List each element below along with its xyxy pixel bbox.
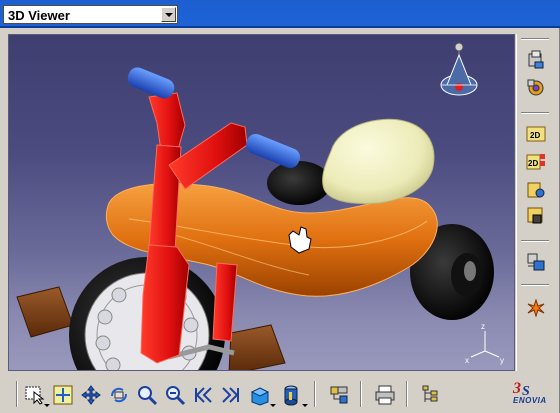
previous-view-icon[interactable] [192,384,214,406]
zoom-in-icon[interactable] [136,384,158,406]
handlebar-right-grip [246,133,300,169]
select-icon[interactable] [24,384,46,406]
tree-icon[interactable] [420,384,442,406]
axis-triad: z x y [465,322,504,365]
chevron-down-icon[interactable] [44,404,50,407]
shading-icon[interactable] [280,384,302,406]
title-bar: 3D Viewer [0,0,560,28]
mass-properties-icon[interactable] [526,252,546,272]
triad-z-label: z [481,322,485,331]
print-icon[interactable] [374,384,396,406]
viewer-title: 3D Viewer [8,8,70,23]
triad-y-label: y [500,356,504,365]
tricycle-seat [322,118,435,204]
3d-viewport[interactable]: z x y [8,34,515,371]
toolbar-separator [521,112,549,114]
handlebar-left-grip [127,67,175,99]
rear-left-wheel [267,161,331,205]
right-toolbar: 2D 2D [516,34,552,371]
zoom-out-icon[interactable] [164,384,186,406]
toolbar-separator [314,381,316,407]
pan-icon[interactable] [80,384,102,406]
toolbar-separator [16,381,18,407]
toolbar-separator [360,381,362,407]
toolbar-separator [521,240,549,242]
rotate-icon[interactable] [108,384,130,406]
2d-view-label: 2D [530,131,540,140]
svg-text:3: 3 [512,380,521,397]
toolbar-separator [521,284,549,286]
fit-all-icon[interactable] [52,384,74,406]
compass-icon[interactable] [440,42,478,96]
chevron-down-icon[interactable] [270,404,276,407]
bottom-toolbar [8,377,553,411]
product-structure-icon[interactable] [328,384,350,406]
viewer-select[interactable]: 3D Viewer [3,5,178,24]
product-gear-icon[interactable] [526,78,546,98]
right-pedal [228,324,286,370]
triad-x-label: x [465,356,469,365]
dropdown-arrow-icon[interactable] [161,7,176,22]
next-view-icon[interactable] [220,384,242,406]
2d-layout-icon[interactable]: 2D [526,152,546,172]
isometric-view-icon[interactable] [248,384,270,406]
load-document-icon[interactable] [526,180,546,200]
toolbar-separator [406,381,408,407]
insert-component-icon[interactable] [526,50,546,70]
toolbar-separator [521,38,549,40]
explode-icon[interactable] [526,298,546,318]
enovia-logo-text: ENOVIA [513,396,547,405]
2d-view-icon[interactable]: 2D [526,124,546,144]
enovia-logo: 3 S [512,380,530,399]
save-document-icon[interactable] [526,206,546,226]
viewer-window: 3D Viewer z x y 2D 2D 3 S ENOVIA [0,0,560,413]
chevron-down-icon[interactable] [302,404,308,407]
2d-layout-label: 2D [528,159,538,168]
left-pedal [16,286,74,338]
